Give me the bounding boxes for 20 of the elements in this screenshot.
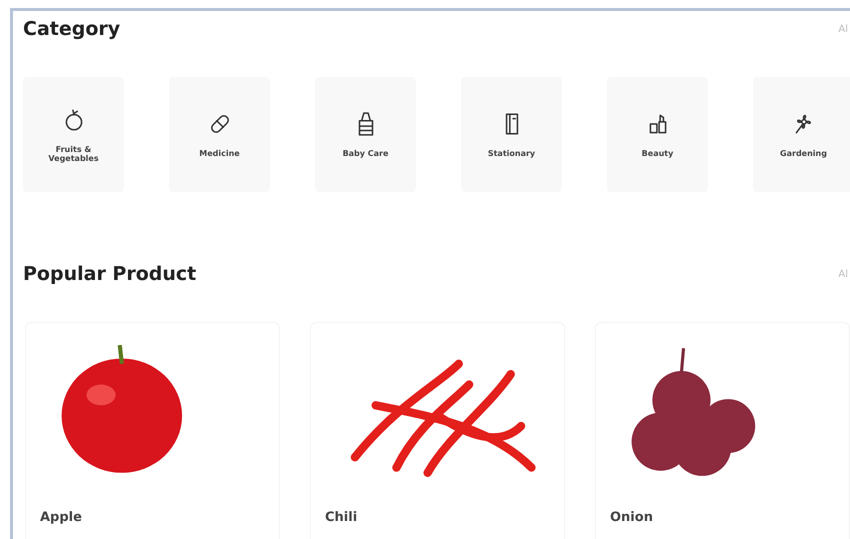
- product-card[interactable]: Onion: [595, 322, 850, 539]
- category-label: Stationary: [488, 149, 536, 158]
- category-label: Gardening: [780, 149, 827, 158]
- product-name: Chili: [325, 510, 358, 525]
- category-label: Beauty: [642, 149, 674, 158]
- category-card[interactable]: Stationary: [461, 77, 562, 192]
- category-card[interactable]: Beauty: [607, 77, 708, 192]
- product-name: Apple: [40, 510, 83, 525]
- product-card[interactable]: Chili: [310, 322, 565, 539]
- section-title: Category: [23, 18, 120, 40]
- category-card[interactable]: Medicine: [169, 77, 270, 192]
- category-card[interactable]: Fruits & Vegetables: [23, 77, 124, 192]
- category-card[interactable]: Gardening: [753, 77, 850, 192]
- product-name: Onion: [610, 510, 654, 525]
- category-label: Medicine: [199, 149, 240, 158]
- product-card[interactable]: Apple: [25, 322, 280, 539]
- category-card[interactable]: Baby Care: [315, 77, 416, 192]
- category-label: Baby Care: [342, 149, 388, 158]
- section-title: Popular Product: [23, 263, 196, 285]
- category-label: Fruits & Vegetables: [47, 144, 100, 162]
